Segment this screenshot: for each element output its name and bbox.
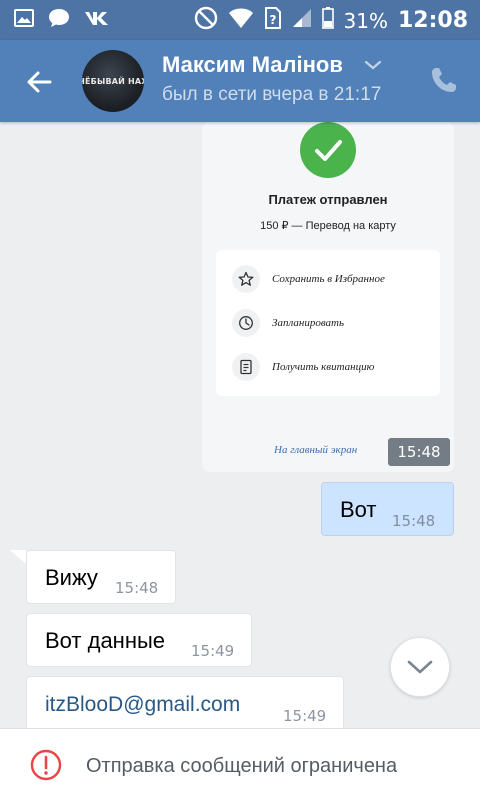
dnd-icon xyxy=(194,6,218,35)
battery-percent: 31% xyxy=(343,8,388,33)
status-bar: ? 31% 12:08 xyxy=(0,0,480,40)
payment-title: Платеж отправлен xyxy=(268,192,388,207)
scroll-down-button[interactable] xyxy=(390,637,450,697)
vk-icon xyxy=(84,10,110,30)
call-button[interactable] xyxy=(428,64,460,96)
incoming-message[interactable]: Вот данные 15:49 xyxy=(26,613,252,667)
chevron-down-icon[interactable] xyxy=(364,58,382,72)
outgoing-message[interactable]: Вот 15:48 xyxy=(321,482,454,536)
clock: 12:08 xyxy=(397,8,468,33)
last-seen-status: был в сети вчера в 21:17 xyxy=(162,84,382,105)
contact-name[interactable]: Максим Малінов xyxy=(162,52,343,78)
messaging-restricted-bar: Отправка сообщений ограничена xyxy=(0,728,480,800)
email-link[interactable]: itzBlooD@gmail.com xyxy=(45,693,240,717)
message-text: Вот данные xyxy=(45,628,166,653)
message-list[interactable]: Платеж отправлен 150 ₽ — Перевод на карт… xyxy=(0,122,480,728)
chevron-down-icon xyxy=(407,660,433,674)
phone-icon xyxy=(432,68,456,92)
home-screen-link: На главный экран xyxy=(274,444,358,456)
avatar[interactable]: ЧЁБЫВАЙ НАХ xyxy=(82,50,144,112)
back-button[interactable] xyxy=(22,64,58,100)
action-label: Сохранить в Избранное xyxy=(272,273,385,285)
payment-actions: Сохранить в Избранное Запланировать Полу… xyxy=(216,250,440,396)
star-icon xyxy=(232,265,260,293)
check-icon xyxy=(300,122,356,178)
action-schedule: Запланировать xyxy=(232,308,344,338)
message-time: 15:49 xyxy=(191,642,235,660)
receipt-icon xyxy=(232,353,260,381)
incoming-message[interactable]: itzBlooD@gmail.com 15:49 xyxy=(26,676,344,728)
arrow-left-icon xyxy=(27,71,52,93)
chat-icon xyxy=(48,8,70,32)
message-time: 15:48 xyxy=(388,438,450,466)
message-time: 15:48 xyxy=(115,579,159,597)
action-receipt: Получить квитанцию xyxy=(232,352,374,382)
sim-icon: ? xyxy=(264,6,282,35)
restriction-notice: Отправка сообщений ограничена xyxy=(86,755,398,777)
chat-header: ЧЁБЫВАЙ НАХ Максим Малінов был в сети вч… xyxy=(0,40,480,122)
battery-icon xyxy=(321,7,334,34)
message-time: 15:48 xyxy=(392,512,436,530)
action-label: Получить квитанцию xyxy=(272,361,375,373)
message-text: Вот xyxy=(340,497,377,522)
warning-icon xyxy=(30,749,62,781)
signal-icon xyxy=(292,8,312,33)
payment-subtitle: 150 ₽ — Перевод на карту xyxy=(260,220,396,232)
message-time: 15:49 xyxy=(283,707,327,725)
action-save-favorite: Сохранить в Избранное xyxy=(232,264,385,294)
payment-card: Платеж отправлен 150 ₽ — Перевод на карт… xyxy=(202,122,454,472)
avatar-text: ЧЁБЫВАЙ НАХ xyxy=(82,76,144,86)
message-text: Вижу xyxy=(45,565,98,590)
wifi-icon xyxy=(228,7,254,34)
incoming-message[interactable]: Вижу 15:48 xyxy=(26,550,176,604)
svg-text:?: ? xyxy=(269,13,276,27)
gallery-icon xyxy=(14,9,34,31)
clock-icon xyxy=(232,309,260,337)
action-label: Запланировать xyxy=(272,317,344,329)
payment-screenshot-message[interactable]: Платеж отправлен 150 ₽ — Перевод на карт… xyxy=(202,122,454,472)
bubble-tail xyxy=(10,550,26,564)
